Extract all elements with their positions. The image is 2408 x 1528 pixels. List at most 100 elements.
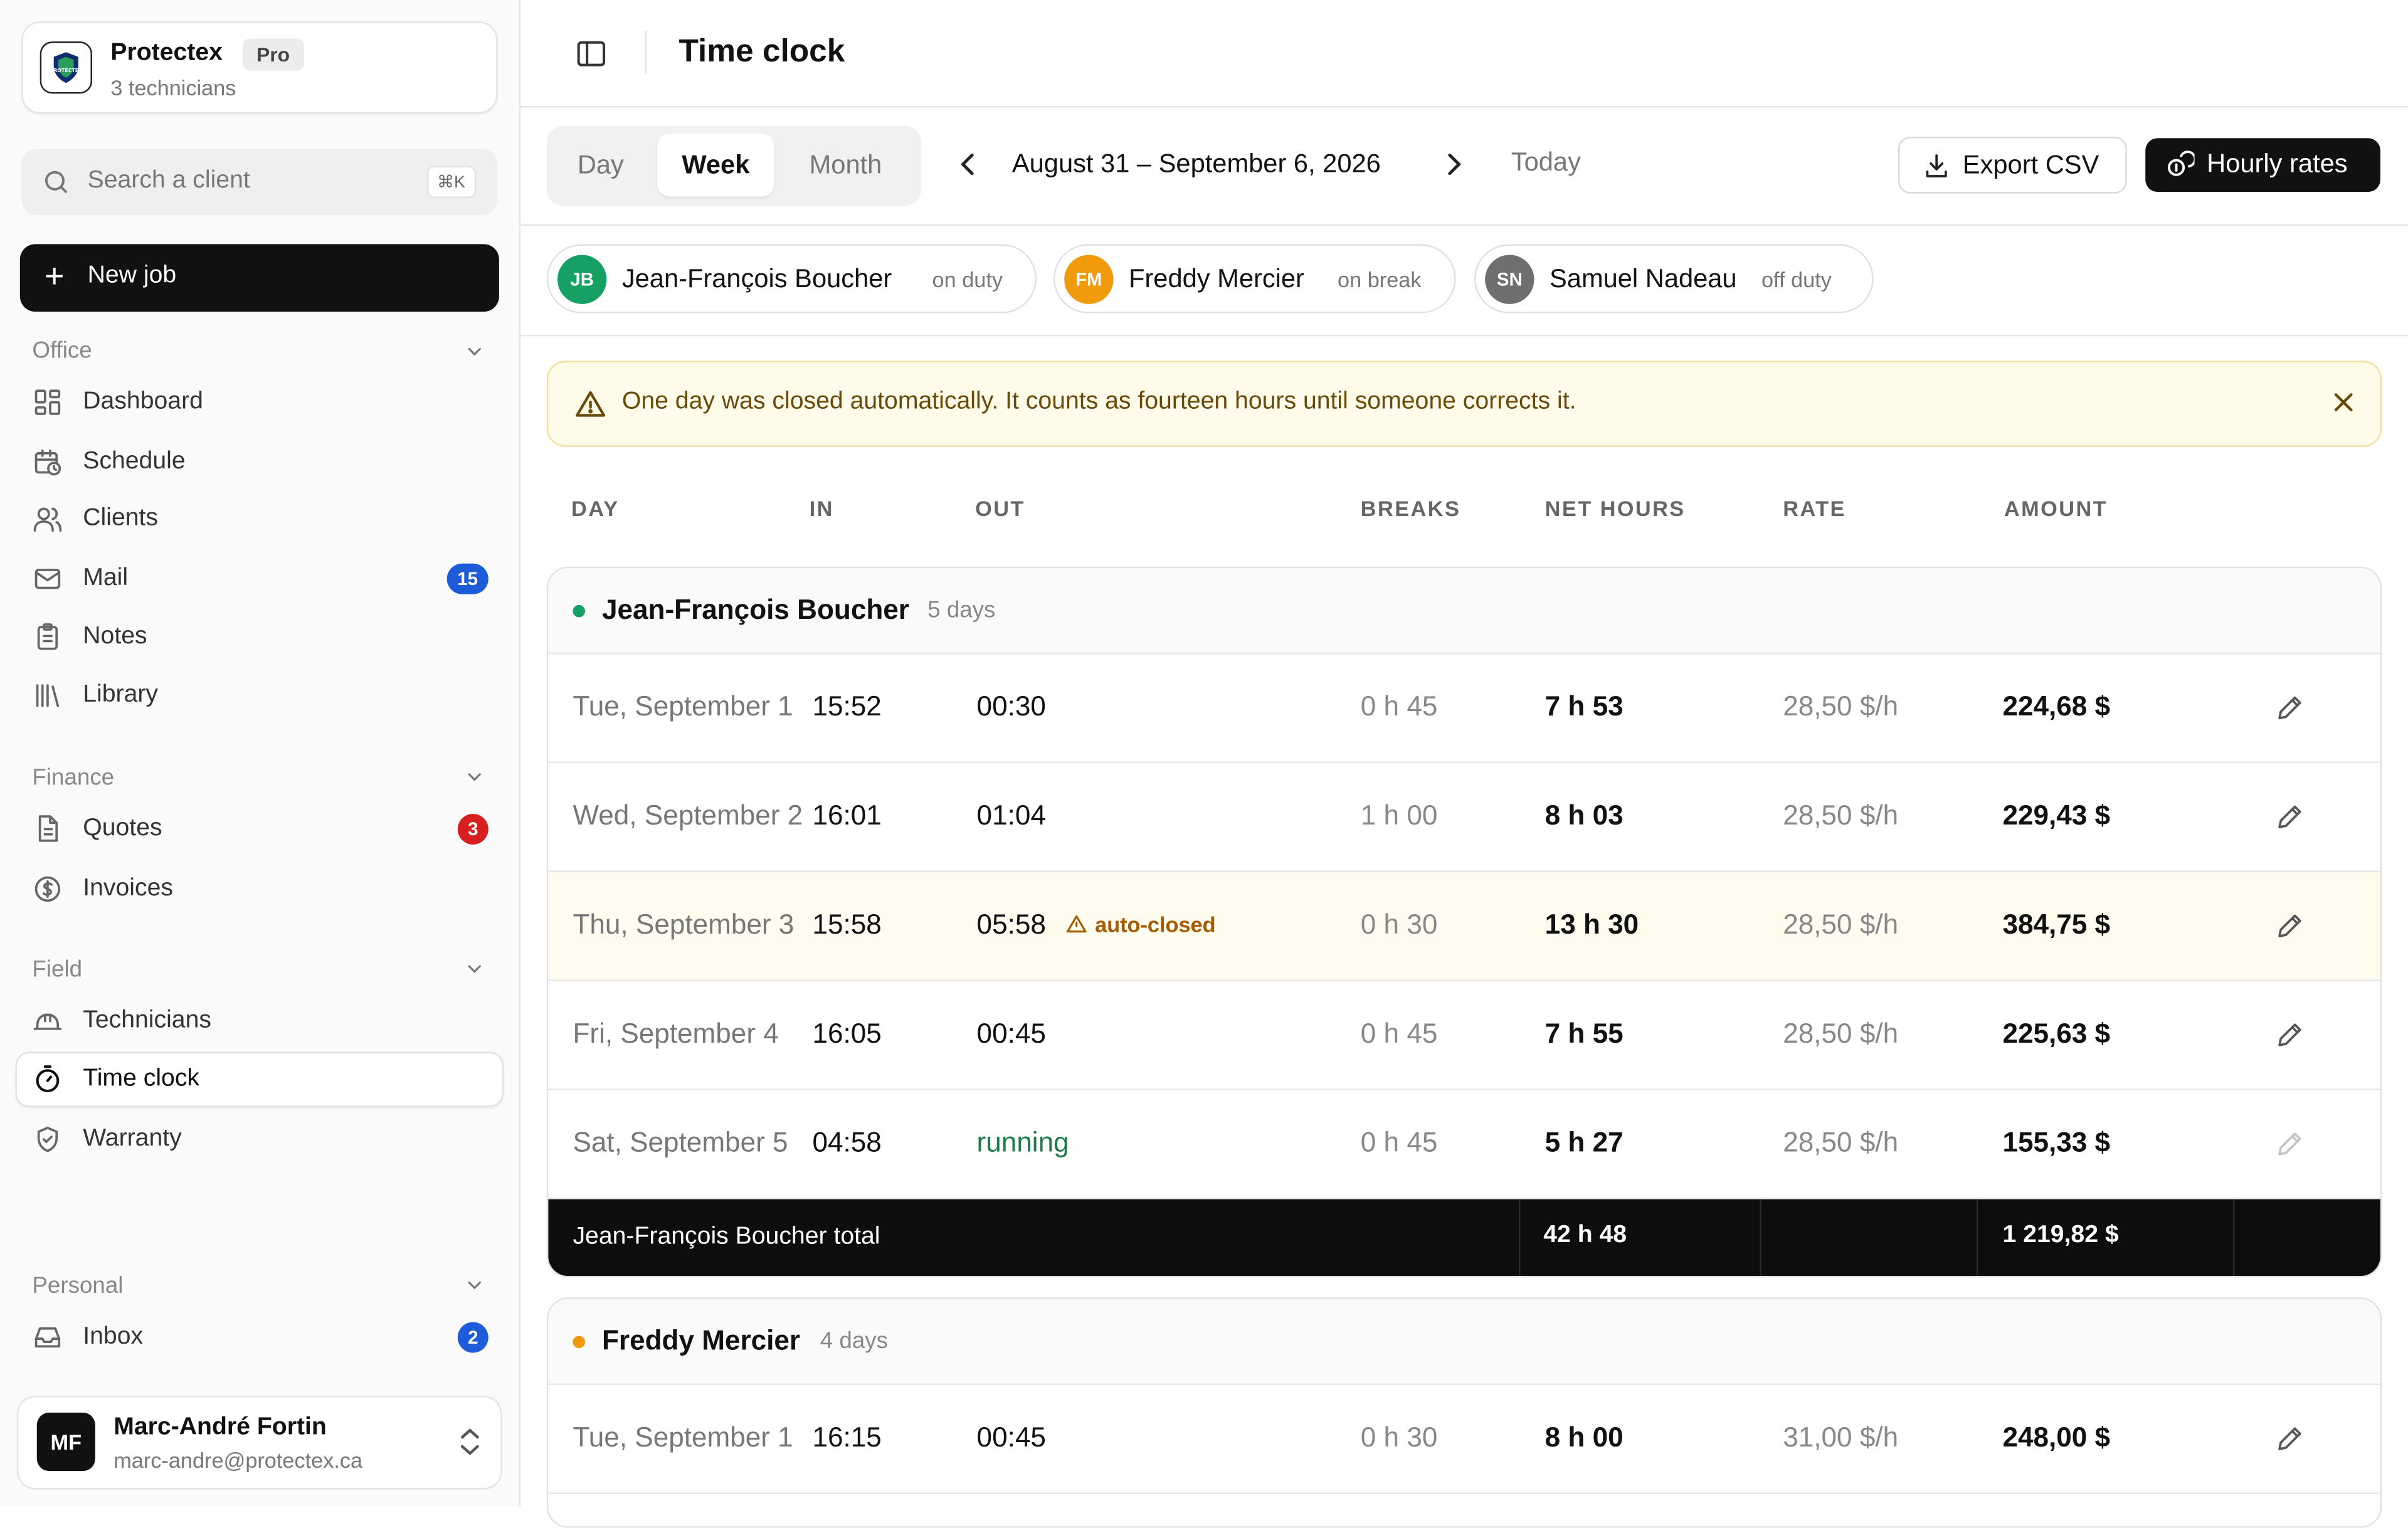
- section-personal[interactable]: Personal: [32, 1273, 123, 1299]
- total-net-hours: 42 h 48: [1543, 1222, 1627, 1249]
- sidebar-item-technicians[interactable]: Technicians: [15, 993, 504, 1048]
- pencil-icon[interactable]: [2274, 692, 2305, 723]
- cell-breaks: 1 h 00: [1360, 799, 1438, 831]
- technician-filter-bar: JB Jean-François Boucher on duty FM Fred…: [520, 226, 2408, 337]
- mail-icon: [34, 569, 61, 589]
- technician-chip-jb[interactable]: JB Jean-François Boucher on duty: [546, 244, 1037, 314]
- column-header-net-hours[interactable]: NET HOURS: [1545, 496, 1686, 520]
- library-icon: [36, 684, 60, 707]
- technician-chip-fm[interactable]: FM Freddy Mercier on break: [1054, 244, 1456, 314]
- cell-day: Tue, September 1: [573, 691, 793, 722]
- table-row[interactable]: Tue, September 1 16:15 00:45 0 h 30 8 h …: [548, 1385, 2380, 1494]
- technician-group-jb: Jean-François Boucher 5 days Tue, Septem…: [546, 566, 2382, 1278]
- toolbar: Day Week Month August 31 – September 6, …: [520, 107, 2408, 226]
- clipboard-icon: [37, 623, 58, 650]
- warning-triangle-icon: [1066, 915, 1087, 933]
- chevron-down-icon[interactable]: [464, 1275, 485, 1296]
- sidebar-item-invoices[interactable]: Invoices: [15, 861, 504, 917]
- table-row[interactable]: Wed, September 2 16:01 01:04 1 h 00 8 h …: [548, 763, 2380, 873]
- user-menu[interactable]: MF Marc-André Fortin marc-andre@protecte…: [16, 1396, 502, 1490]
- avatar: MF: [36, 1413, 95, 1472]
- table-row[interactable]: Tue, September 1 15:52 00:30 0 h 45 7 h …: [548, 654, 2380, 764]
- period-month[interactable]: Month: [810, 150, 882, 181]
- sidebar-item-warranty[interactable]: Warranty: [15, 1112, 504, 1167]
- sidebar-item-label: Notes: [83, 623, 147, 650]
- avatar: SN: [1485, 255, 1534, 304]
- column-header-out[interactable]: OUT: [975, 496, 1025, 520]
- section-finance[interactable]: Finance: [32, 765, 114, 791]
- group-name: Jean-François Boucher: [602, 594, 909, 625]
- column-header-breaks[interactable]: BREAKS: [1361, 496, 1460, 520]
- cell-net-hours: 8 h 03: [1545, 799, 1624, 831]
- hourly-rates-button[interactable]: Hourly rates: [2145, 138, 2380, 192]
- svg-text:PROTECTEX: PROTECTEX: [50, 68, 83, 73]
- total-separator: [1976, 1199, 1978, 1277]
- chevron-down-icon[interactable]: [464, 958, 485, 979]
- workspace-name: Protectex: [110, 40, 223, 66]
- sidebar-item-notes[interactable]: Notes: [15, 609, 504, 665]
- cell-day: Sat, September 5: [573, 1127, 788, 1158]
- hourly-rates-label: Hourly rates: [2207, 149, 2348, 179]
- sidebar-item-label: Warranty: [83, 1125, 182, 1152]
- cell-in: 15:58: [812, 909, 882, 940]
- technician-chip-sn[interactable]: SN Samuel Nadeau off duty: [1474, 244, 1874, 314]
- export-csv-button[interactable]: Export CSV: [1898, 136, 2127, 194]
- new-job-button[interactable]: + New job: [19, 244, 499, 312]
- pencil-icon[interactable]: [2274, 801, 2305, 832]
- technician-status: on break: [1338, 267, 1422, 292]
- main-content: Time clock Day Week Month August 31 – Se…: [520, 0, 2408, 1528]
- section-office[interactable]: Office: [32, 338, 92, 364]
- mail-count-badge: 15: [446, 563, 488, 594]
- plus-icon: +: [45, 256, 65, 295]
- period-week[interactable]: Week: [657, 134, 774, 197]
- cell-amount: 225,63 $: [2002, 1018, 2111, 1049]
- search-client-input[interactable]: Search a client ⌘K: [21, 149, 498, 215]
- close-icon[interactable]: [2333, 391, 2354, 413]
- sidebar-item-schedule[interactable]: Schedule: [15, 435, 504, 490]
- chevron-right-icon[interactable]: [1440, 150, 1465, 178]
- cell-breaks: 0 h 30: [1360, 1421, 1438, 1453]
- period-day[interactable]: Day: [578, 150, 624, 181]
- cell-out: 00:45: [976, 1018, 1046, 1049]
- pencil-icon-disabled: [2278, 1132, 2301, 1156]
- chevron-left-icon[interactable]: [957, 150, 981, 178]
- column-header-in[interactable]: IN: [810, 496, 834, 520]
- cell-rate: 28,50 $/h: [1783, 799, 1899, 831]
- search-shortcut: ⌘K: [426, 166, 477, 198]
- sidebar-item-time-clock[interactable]: Time clock: [15, 1051, 504, 1107]
- chevron-down-icon[interactable]: [464, 766, 485, 788]
- workspace-switcher[interactable]: PROTECTEX Protectex Pro 3 technicians: [21, 21, 498, 114]
- sidebar-item-quotes[interactable]: Quotes 3: [15, 801, 504, 856]
- sidebar-item-mail[interactable]: Mail 15: [15, 551, 504, 606]
- grid-icon: [34, 389, 61, 415]
- table-row-running[interactable]: Sat, September 5 04:58 running 0 h 45 5 …: [548, 1090, 2380, 1199]
- table-row[interactable]: Fri, September 4 16:05 00:45 0 h 45 7 h …: [548, 981, 2380, 1090]
- cell-rate: 28,50 $/h: [1783, 1018, 1899, 1049]
- cell-net-hours: 8 h 00: [1545, 1421, 1624, 1453]
- today-button[interactable]: Today: [1511, 147, 1581, 178]
- sidebar-item-label: Dashboard: [83, 388, 203, 415]
- sidebar-item-dashboard[interactable]: Dashboard: [15, 375, 504, 430]
- table-row-auto-closed[interactable]: Thu, September 3 15:58 05:58 auto-closed…: [548, 872, 2380, 981]
- sidebar-item-inbox[interactable]: Inbox 2: [15, 1310, 504, 1365]
- cell-breaks: 0 h 45: [1360, 1127, 1438, 1158]
- technician-name: Samuel Nadeau: [1550, 264, 1737, 293]
- column-header-rate[interactable]: RATE: [1783, 496, 1846, 520]
- cell-in: 16:05: [812, 1018, 882, 1049]
- pencil-icon[interactable]: [2274, 1423, 2305, 1454]
- calendar-clock-icon: [34, 449, 61, 476]
- sidebar-toggle-icon[interactable]: [574, 37, 608, 71]
- section-field[interactable]: Field: [32, 957, 82, 983]
- column-header-amount[interactable]: AMOUNT: [2004, 496, 2108, 520]
- cell-rate: 31,00 $/h: [1783, 1421, 1899, 1453]
- cell-out: 00:45: [976, 1421, 1046, 1453]
- protectex-logo: PROTECTEX: [40, 41, 92, 94]
- sidebar-item-clients[interactable]: Clients: [15, 492, 504, 547]
- column-header-day[interactable]: DAY: [571, 496, 620, 520]
- header-divider: [645, 30, 647, 74]
- pencil-icon[interactable]: [2274, 910, 2305, 941]
- chevron-down-icon[interactable]: [464, 341, 485, 362]
- sidebar-item-library[interactable]: Library: [15, 668, 504, 723]
- pencil-icon[interactable]: [2274, 1020, 2305, 1050]
- group-total-row: Jean-François Boucher total 42 h 48 1 21…: [548, 1199, 2380, 1277]
